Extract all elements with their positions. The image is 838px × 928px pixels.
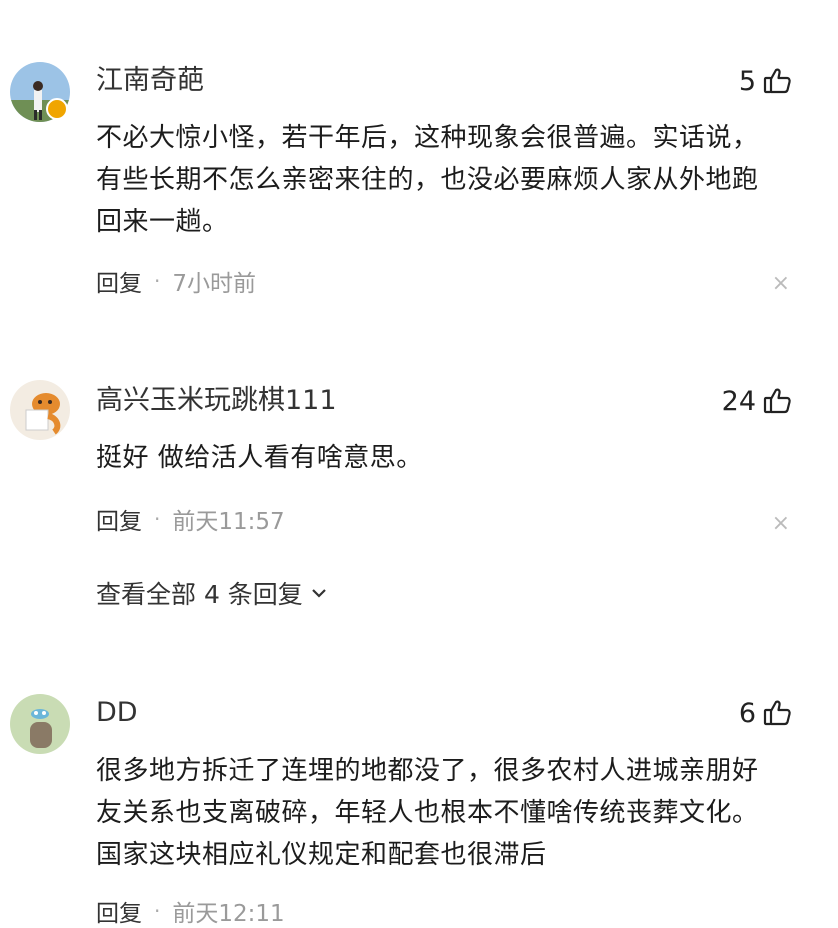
view-all-replies-link[interactable]: 查看全部 4 条回复	[96, 575, 329, 611]
comment-text-line: 挺好 做给活人看有啥意思。	[96, 443, 423, 473]
verified-badge-icon	[46, 98, 68, 120]
username[interactable]: 江南奇葩	[96, 64, 204, 98]
separator: ·	[154, 269, 161, 293]
timestamp: 前天11:57	[172, 509, 285, 535]
username[interactable]: 高兴玉米玩跳棋111	[96, 384, 337, 418]
thumbs-up-icon	[762, 698, 792, 728]
chevron-down-icon	[312, 589, 326, 598]
like-count: 6	[738, 697, 756, 729]
like-button[interactable]: 24	[722, 384, 792, 418]
comment-text-line: 不必大惊小怪，若干年后，这种现象会很普遍。实话说，	[96, 123, 759, 153]
thumbs-up-icon	[762, 386, 792, 416]
close-icon[interactable]: ×	[772, 513, 790, 535]
timestamp: 7小时前	[172, 271, 256, 297]
separator: ·	[154, 507, 161, 531]
reply-button[interactable]: 回复	[96, 894, 142, 928]
close-icon[interactable]: ×	[772, 273, 790, 295]
like-button[interactable]: 6	[739, 696, 792, 730]
comment-text-line: 友关系也支离破碎，年轻人也根本不懂啥传统丧葬文化。	[96, 798, 759, 828]
comment-meta: 回复 · 前天11:57	[96, 502, 285, 536]
reply-button[interactable]: 回复	[96, 502, 142, 536]
comment-text: 很多地方拆迁了连埋的地都没了，很多农村人进城亲朋好 友关系也支离破碎，年轻人也根…	[96, 750, 806, 876]
username[interactable]: DD	[96, 696, 138, 730]
comment-text-line: 有些长期不怎么亲密来往的，也没必要麻烦人家从外地跑	[96, 165, 759, 195]
comment-text: 不必大惊小怪，若干年后，这种现象会很普遍。实话说， 有些长期不怎么亲密来往的，也…	[96, 117, 806, 243]
comment-meta: 回复 · 前天12:11	[96, 894, 285, 928]
comment-text: 挺好 做给活人看有啥意思。	[96, 437, 806, 479]
avatar[interactable]	[10, 694, 70, 754]
avatar[interactable]	[10, 380, 70, 440]
thumbs-up-icon	[762, 66, 792, 96]
view-all-replies-label: 查看全部 4 条回复	[96, 580, 303, 609]
timestamp: 前天12:11	[172, 901, 285, 927]
separator: ·	[154, 899, 161, 923]
like-count: 24	[721, 385, 756, 417]
comment-text-line: 回来一趟。	[96, 207, 229, 237]
comment-text-line: 很多地方拆迁了连埋的地都没了，很多农村人进城亲朋好	[96, 756, 759, 786]
like-count: 5	[738, 65, 756, 97]
comment-meta: 回复 · 7小时前	[96, 264, 256, 298]
comment-text-line: 国家这块相应礼仪规定和配套也很滞后	[96, 840, 547, 870]
like-button[interactable]: 5	[739, 64, 792, 98]
reply-button[interactable]: 回复	[96, 264, 142, 298]
